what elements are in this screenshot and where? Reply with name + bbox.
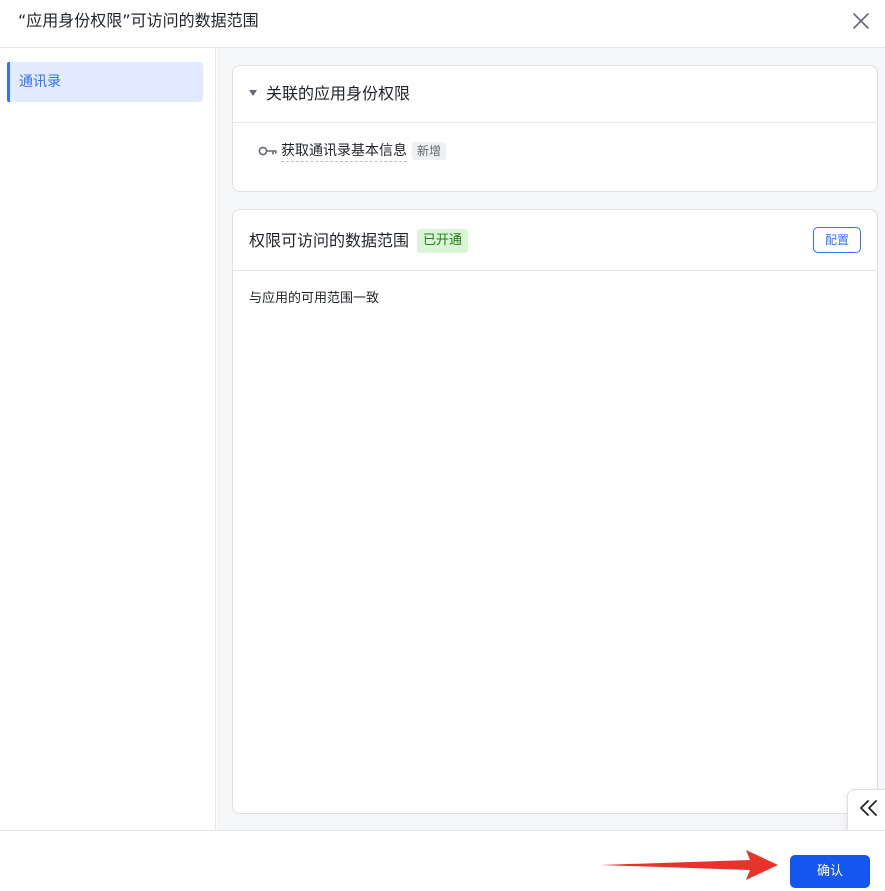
selected-indicator xyxy=(7,62,10,102)
dialog-header: “应用身份权限”可访问的数据范围 xyxy=(0,0,885,48)
dialog-title: “应用身份权限”可访问的数据范围 xyxy=(18,11,259,30)
linked-permissions-title: 关联的应用身份权限 xyxy=(266,84,411,103)
permission-name[interactable]: 获取通讯录基本信息 xyxy=(281,141,407,162)
permission-item: 获取通讯录基本信息 新增 xyxy=(258,140,447,162)
confirm-button[interactable]: 确认 xyxy=(790,855,870,888)
data-scope-title: 权限可访问的数据范围 xyxy=(249,231,410,250)
sidebar-item-label: 通讯录 xyxy=(19,74,61,90)
caret-down-icon xyxy=(249,90,257,96)
data-scope-card: 权限可访问的数据范围 已开通 配置 与应用的可用范围一致 xyxy=(232,209,878,814)
annotation-arrow-icon xyxy=(600,850,778,880)
main-content: 关联的应用身份权限 获取通讯录基本信息 新增 权限可访问的数据范围 已开通 配置… xyxy=(217,48,885,830)
double-chevron-left-icon xyxy=(860,800,877,816)
config-button[interactable]: 配置 xyxy=(813,227,861,253)
key-icon xyxy=(258,146,277,156)
data-scope-description: 与应用的可用范围一致 xyxy=(249,291,380,306)
sidebar: 通讯录 xyxy=(0,48,216,830)
status-badge: 已开通 xyxy=(417,229,469,253)
sidebar-item-contacts[interactable]: 通讯录 xyxy=(7,62,203,102)
linked-permissions-card: 关联的应用身份权限 获取通讯录基本信息 新增 xyxy=(232,65,878,192)
close-button[interactable] xyxy=(846,6,876,36)
close-icon xyxy=(853,13,869,29)
data-scope-header: 权限可访问的数据范围 已开通 配置 xyxy=(233,210,877,271)
new-badge: 新增 xyxy=(412,142,447,160)
linked-permissions-header[interactable]: 关联的应用身份权限 xyxy=(233,66,877,123)
